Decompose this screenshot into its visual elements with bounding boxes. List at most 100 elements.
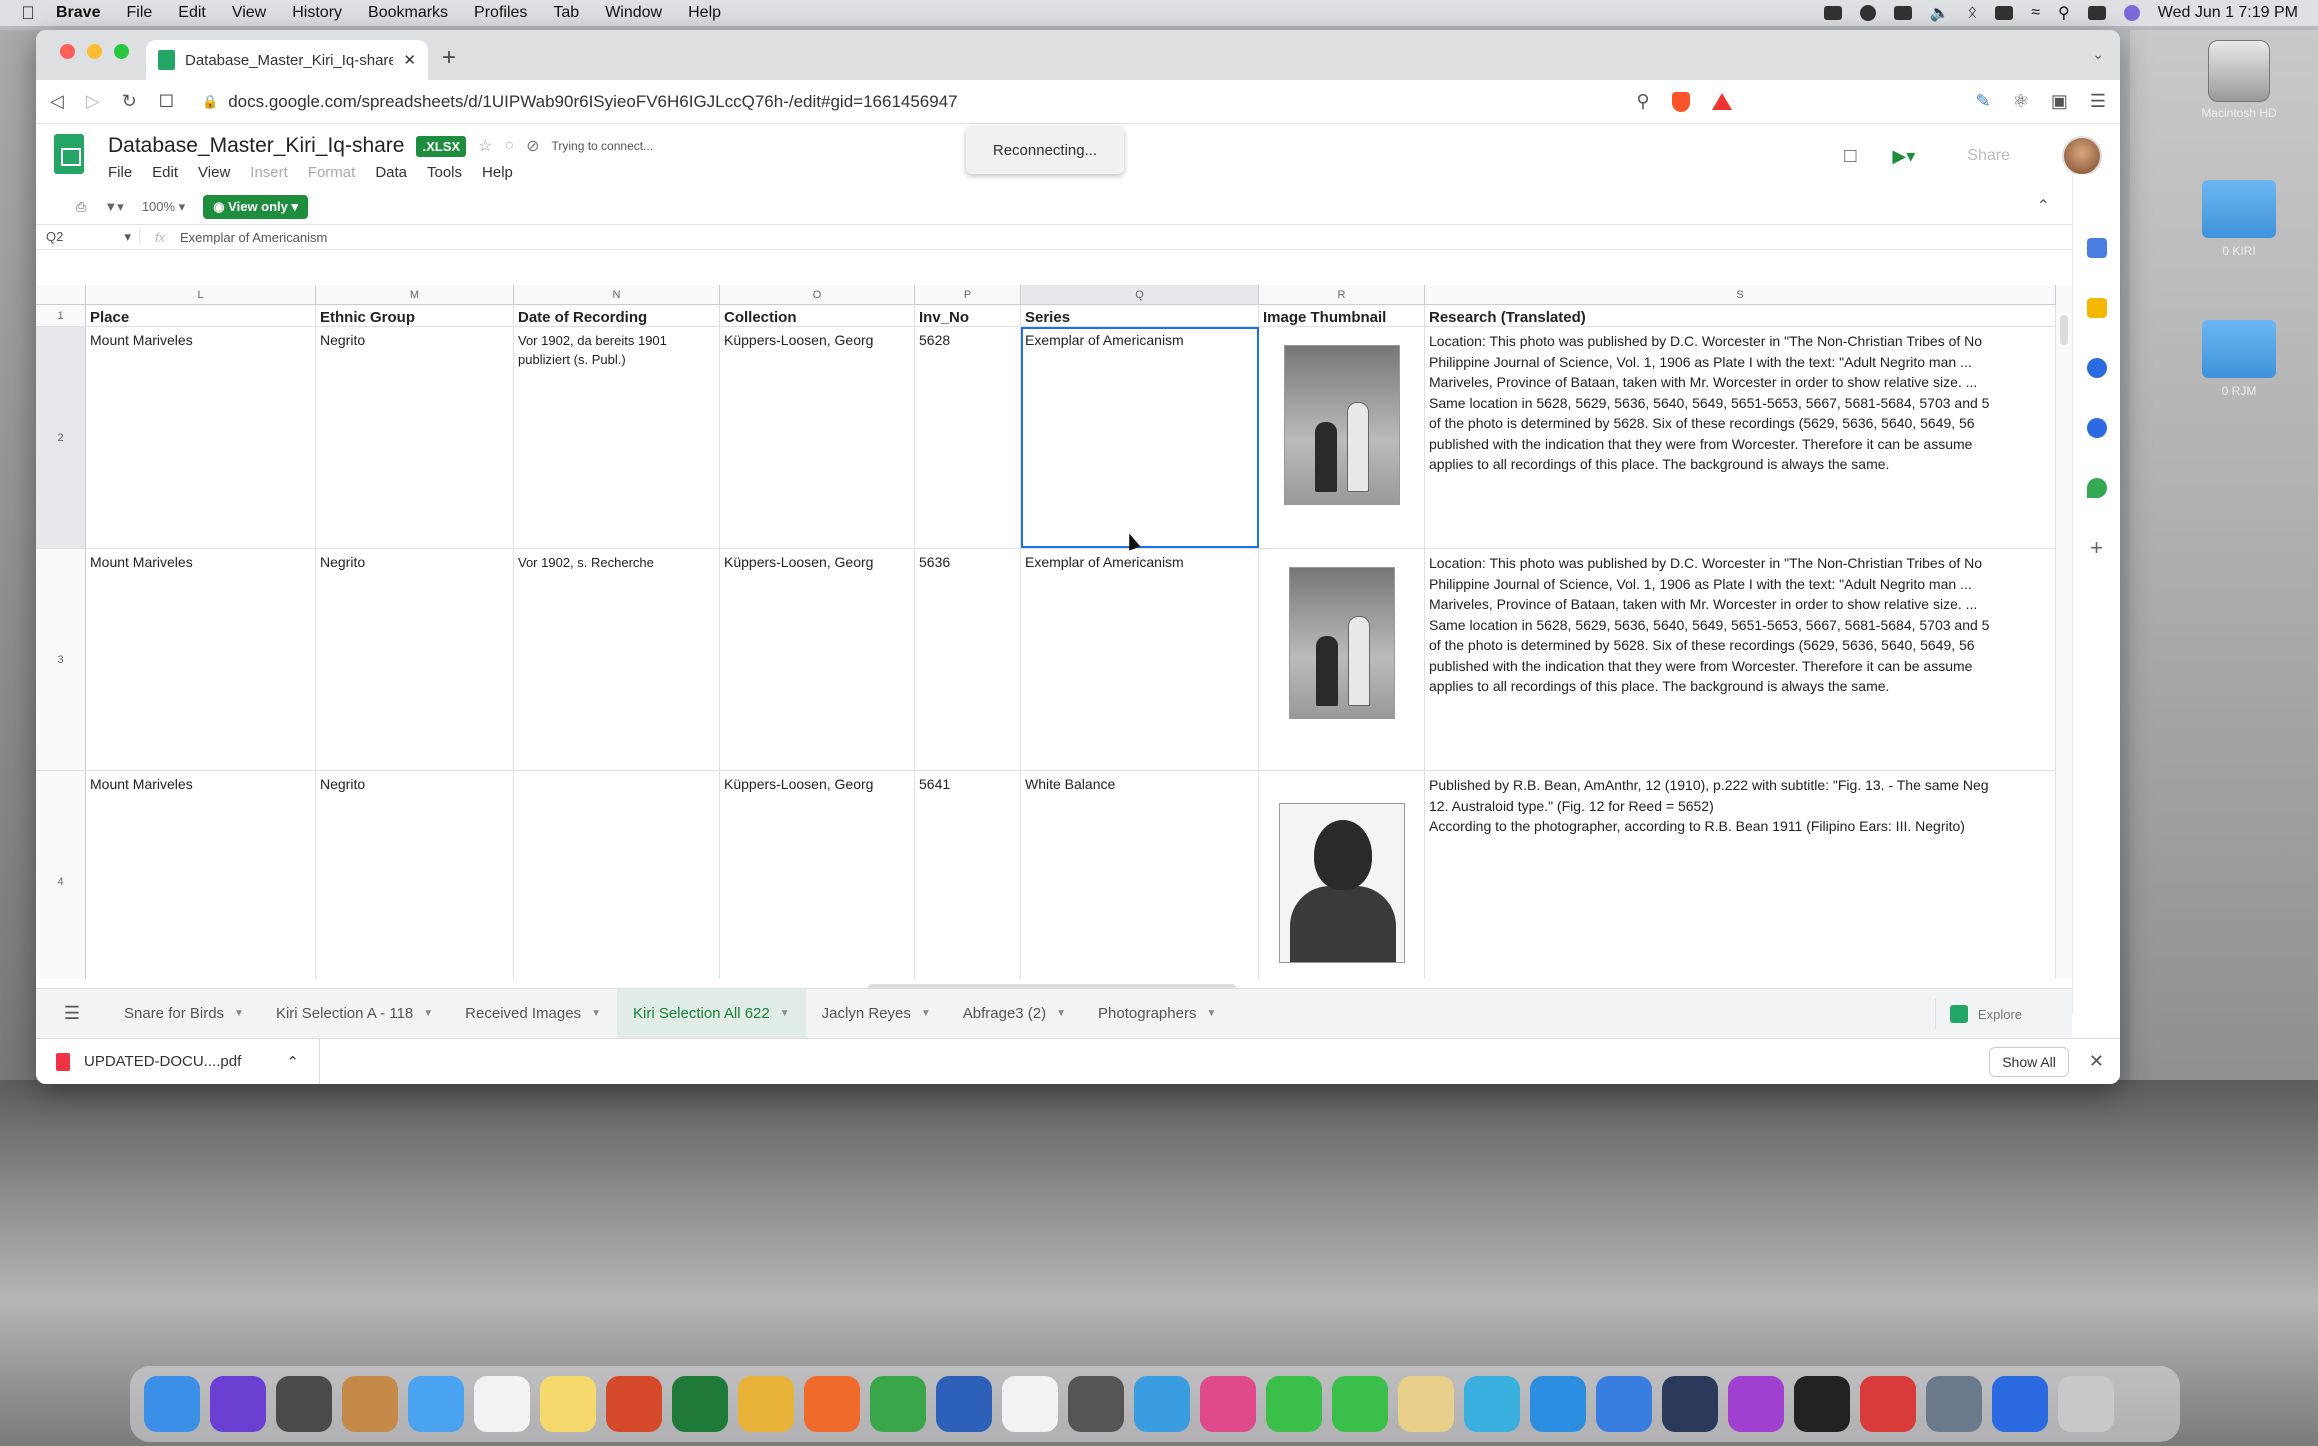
menu-app-name[interactable]: Brave <box>56 4 100 22</box>
zoom-icon[interactable]: ⚲ <box>1636 91 1649 112</box>
sheet-tab-received-images[interactable]: Received Images ▼ <box>449 989 617 1039</box>
dock-app-icon[interactable] <box>1662 1376 1718 1432</box>
dock-app-icon[interactable] <box>1398 1376 1454 1432</box>
column-header-l[interactable]: L <box>86 285 316 304</box>
menu-edit[interactable]: Edit <box>178 4 206 22</box>
column-header-q[interactable]: Q <box>1021 285 1259 304</box>
tab-search-chevron-icon[interactable]: ⌄ <box>2092 46 2104 63</box>
row-number[interactable]: 2 <box>36 327 86 548</box>
cell-collection[interactable]: Küppers-Loosen, Georg <box>720 771 915 979</box>
cell-date[interactable]: Vor 1902, s. Recherche <box>514 549 720 770</box>
column-header-o[interactable]: O <box>720 285 915 304</box>
sheets-menu-insert[interactable]: Insert <box>250 164 288 181</box>
download-item[interactable]: UPDATED-DOCU....pdf ⌃ <box>36 1038 320 1084</box>
header-inv-no[interactable]: Inv_No <box>915 305 1021 326</box>
cell-ethnic-group[interactable]: Negrito <box>316 549 514 770</box>
dock-app-icon[interactable] <box>1992 1376 2048 1432</box>
dock-app-icon[interactable] <box>2058 1376 2114 1432</box>
cell-date[interactable]: Vor 1902, da bereits 1901 publiziert (s.… <box>514 327 720 548</box>
minimize-window-button[interactable] <box>87 44 102 59</box>
browser-tab[interactable]: Database_Master_Kiri_Iq-share ✕ <box>146 40 428 80</box>
row-number[interactable]: 1 <box>36 305 86 326</box>
dock-app-icon[interactable] <box>1926 1376 1982 1432</box>
dock-app-icon[interactable] <box>210 1376 266 1432</box>
url-field[interactable]: ☐ 🔒 docs.google.com/spreadsheets/d/1UIPW… <box>159 92 1615 112</box>
cell-place[interactable]: Mount Mariveles <box>86 549 316 770</box>
dock-app-icon[interactable] <box>1794 1376 1850 1432</box>
sheets-menu-format[interactable]: Format <box>308 164 356 181</box>
keep-icon[interactable] <box>2086 298 2107 318</box>
sheet-tab-abfrage3[interactable]: Abfrage3 (2) ▼ <box>947 989 1082 1039</box>
dock-app-icon[interactable] <box>1530 1376 1586 1432</box>
back-icon[interactable]: ◁ <box>50 91 64 112</box>
dock-app-icon[interactable] <box>1134 1376 1190 1432</box>
header-research[interactable]: Research (Translated) <box>1425 305 2056 326</box>
view-only-button[interactable]: ◉ View only ▾ <box>203 195 309 219</box>
formula-input[interactable]: Exemplar of Americanism <box>180 230 327 245</box>
contacts-icon[interactable] <box>2086 418 2107 438</box>
reload-icon[interactable]: ↻ <box>122 91 137 112</box>
select-all-corner[interactable] <box>36 285 86 304</box>
tasks-icon[interactable] <box>2086 358 2107 378</box>
extension-icon[interactable] <box>1823 6 1842 20</box>
sheets-menu-view[interactable]: View <box>198 164 230 181</box>
column-header-m[interactable]: M <box>316 285 514 304</box>
menu-help[interactable]: Help <box>688 4 721 22</box>
cell-inv-no[interactable]: 5628 <box>915 327 1021 548</box>
extensions-puzzle-icon[interactable]: ⚛ <box>2013 91 2029 112</box>
menu-history[interactable]: History <box>292 4 342 22</box>
cell-series-selected[interactable]: Exemplar of Americanism <box>1021 327 1259 548</box>
cell-research[interactable]: Location: This photo was published by D.… <box>1425 327 2056 548</box>
menu-bookmarks[interactable]: Bookmarks <box>368 4 448 22</box>
input-source-icon[interactable] <box>1893 6 1912 20</box>
bluetooth-icon[interactable]: ᛟ <box>1968 4 1978 22</box>
close-tab-icon[interactable]: ✕ <box>403 51 416 69</box>
calendar-icon[interactable] <box>2086 238 2107 258</box>
column-header-r[interactable]: R <box>1259 285 1425 304</box>
close-window-button[interactable] <box>60 44 75 59</box>
sheets-menu-data[interactable]: Data <box>375 164 407 181</box>
cell-inv-no[interactable]: 5636 <box>915 549 1021 770</box>
brave-shields-icon[interactable] <box>1671 91 1690 112</box>
header-place[interactable]: Place <box>86 305 316 326</box>
comments-icon[interactable]: □ <box>1844 145 1856 168</box>
sheets-menu-help[interactable]: Help <box>482 164 513 181</box>
close-download-bar-icon[interactable]: ✕ <box>2089 1051 2104 1072</box>
new-tab-button[interactable]: + <box>442 44 456 72</box>
meet-icon[interactable]: ▶▾ <box>1892 146 1915 167</box>
column-header-s[interactable]: S <box>1425 285 2056 304</box>
cell-ethnic-group[interactable]: Negrito <box>316 771 514 979</box>
menu-file[interactable]: File <box>126 4 152 22</box>
add-addon-icon[interactable]: + <box>2087 537 2107 559</box>
cell-image-thumbnail[interactable] <box>1259 771 1425 979</box>
cell-date[interactable] <box>514 771 720 979</box>
desktop-icon-folder-rjm[interactable]: 0 RJM <box>2184 320 2294 398</box>
collapse-toolbar-icon[interactable]: ⌃ <box>2037 196 2050 216</box>
all-sheets-icon[interactable]: ☰ <box>36 1003 108 1024</box>
maps-icon[interactable] <box>2086 478 2107 498</box>
siri-icon[interactable] <box>2123 5 2140 21</box>
move-icon[interactable]: ○ <box>504 137 514 155</box>
menu-window[interactable]: Window <box>605 4 662 22</box>
column-header-n[interactable]: N <box>514 285 720 304</box>
dock-app-icon[interactable] <box>1860 1376 1916 1432</box>
dock-app-icon[interactable] <box>804 1376 860 1432</box>
browser-menu-icon[interactable]: ☰ <box>2090 91 2106 112</box>
menu-profiles[interactable]: Profiles <box>474 4 527 22</box>
dock-app-icon[interactable] <box>1266 1376 1322 1432</box>
filter-icon[interactable]: ▼▾ <box>104 199 123 215</box>
brave-rewards-icon[interactable] <box>1711 93 1732 110</box>
explore-button[interactable]: Explore <box>1934 999 2022 1029</box>
dock-app-icon[interactable] <box>1332 1376 1388 1432</box>
dock-app-icon[interactable] <box>1200 1376 1256 1432</box>
sheet-tab-kiri-selection-a[interactable]: Kiri Selection A - 118 ▼ <box>260 989 449 1039</box>
cell-collection[interactable]: Küppers-Loosen, Georg <box>720 549 915 770</box>
desktop-icon-macintosh-hd[interactable]: Macintosh HD <box>2184 40 2294 120</box>
cell-image-thumbnail[interactable] <box>1259 327 1425 548</box>
dock-app-icon[interactable] <box>408 1376 464 1432</box>
dock-app-icon[interactable] <box>474 1376 530 1432</box>
zoom-select[interactable]: 100% ▾ <box>142 199 185 215</box>
dock-app-icon[interactable] <box>1002 1376 1058 1432</box>
sheet-tab-photographers[interactable]: Photographers ▼ <box>1082 989 1232 1039</box>
header-image-thumbnail[interactable]: Image Thumbnail <box>1259 305 1425 326</box>
